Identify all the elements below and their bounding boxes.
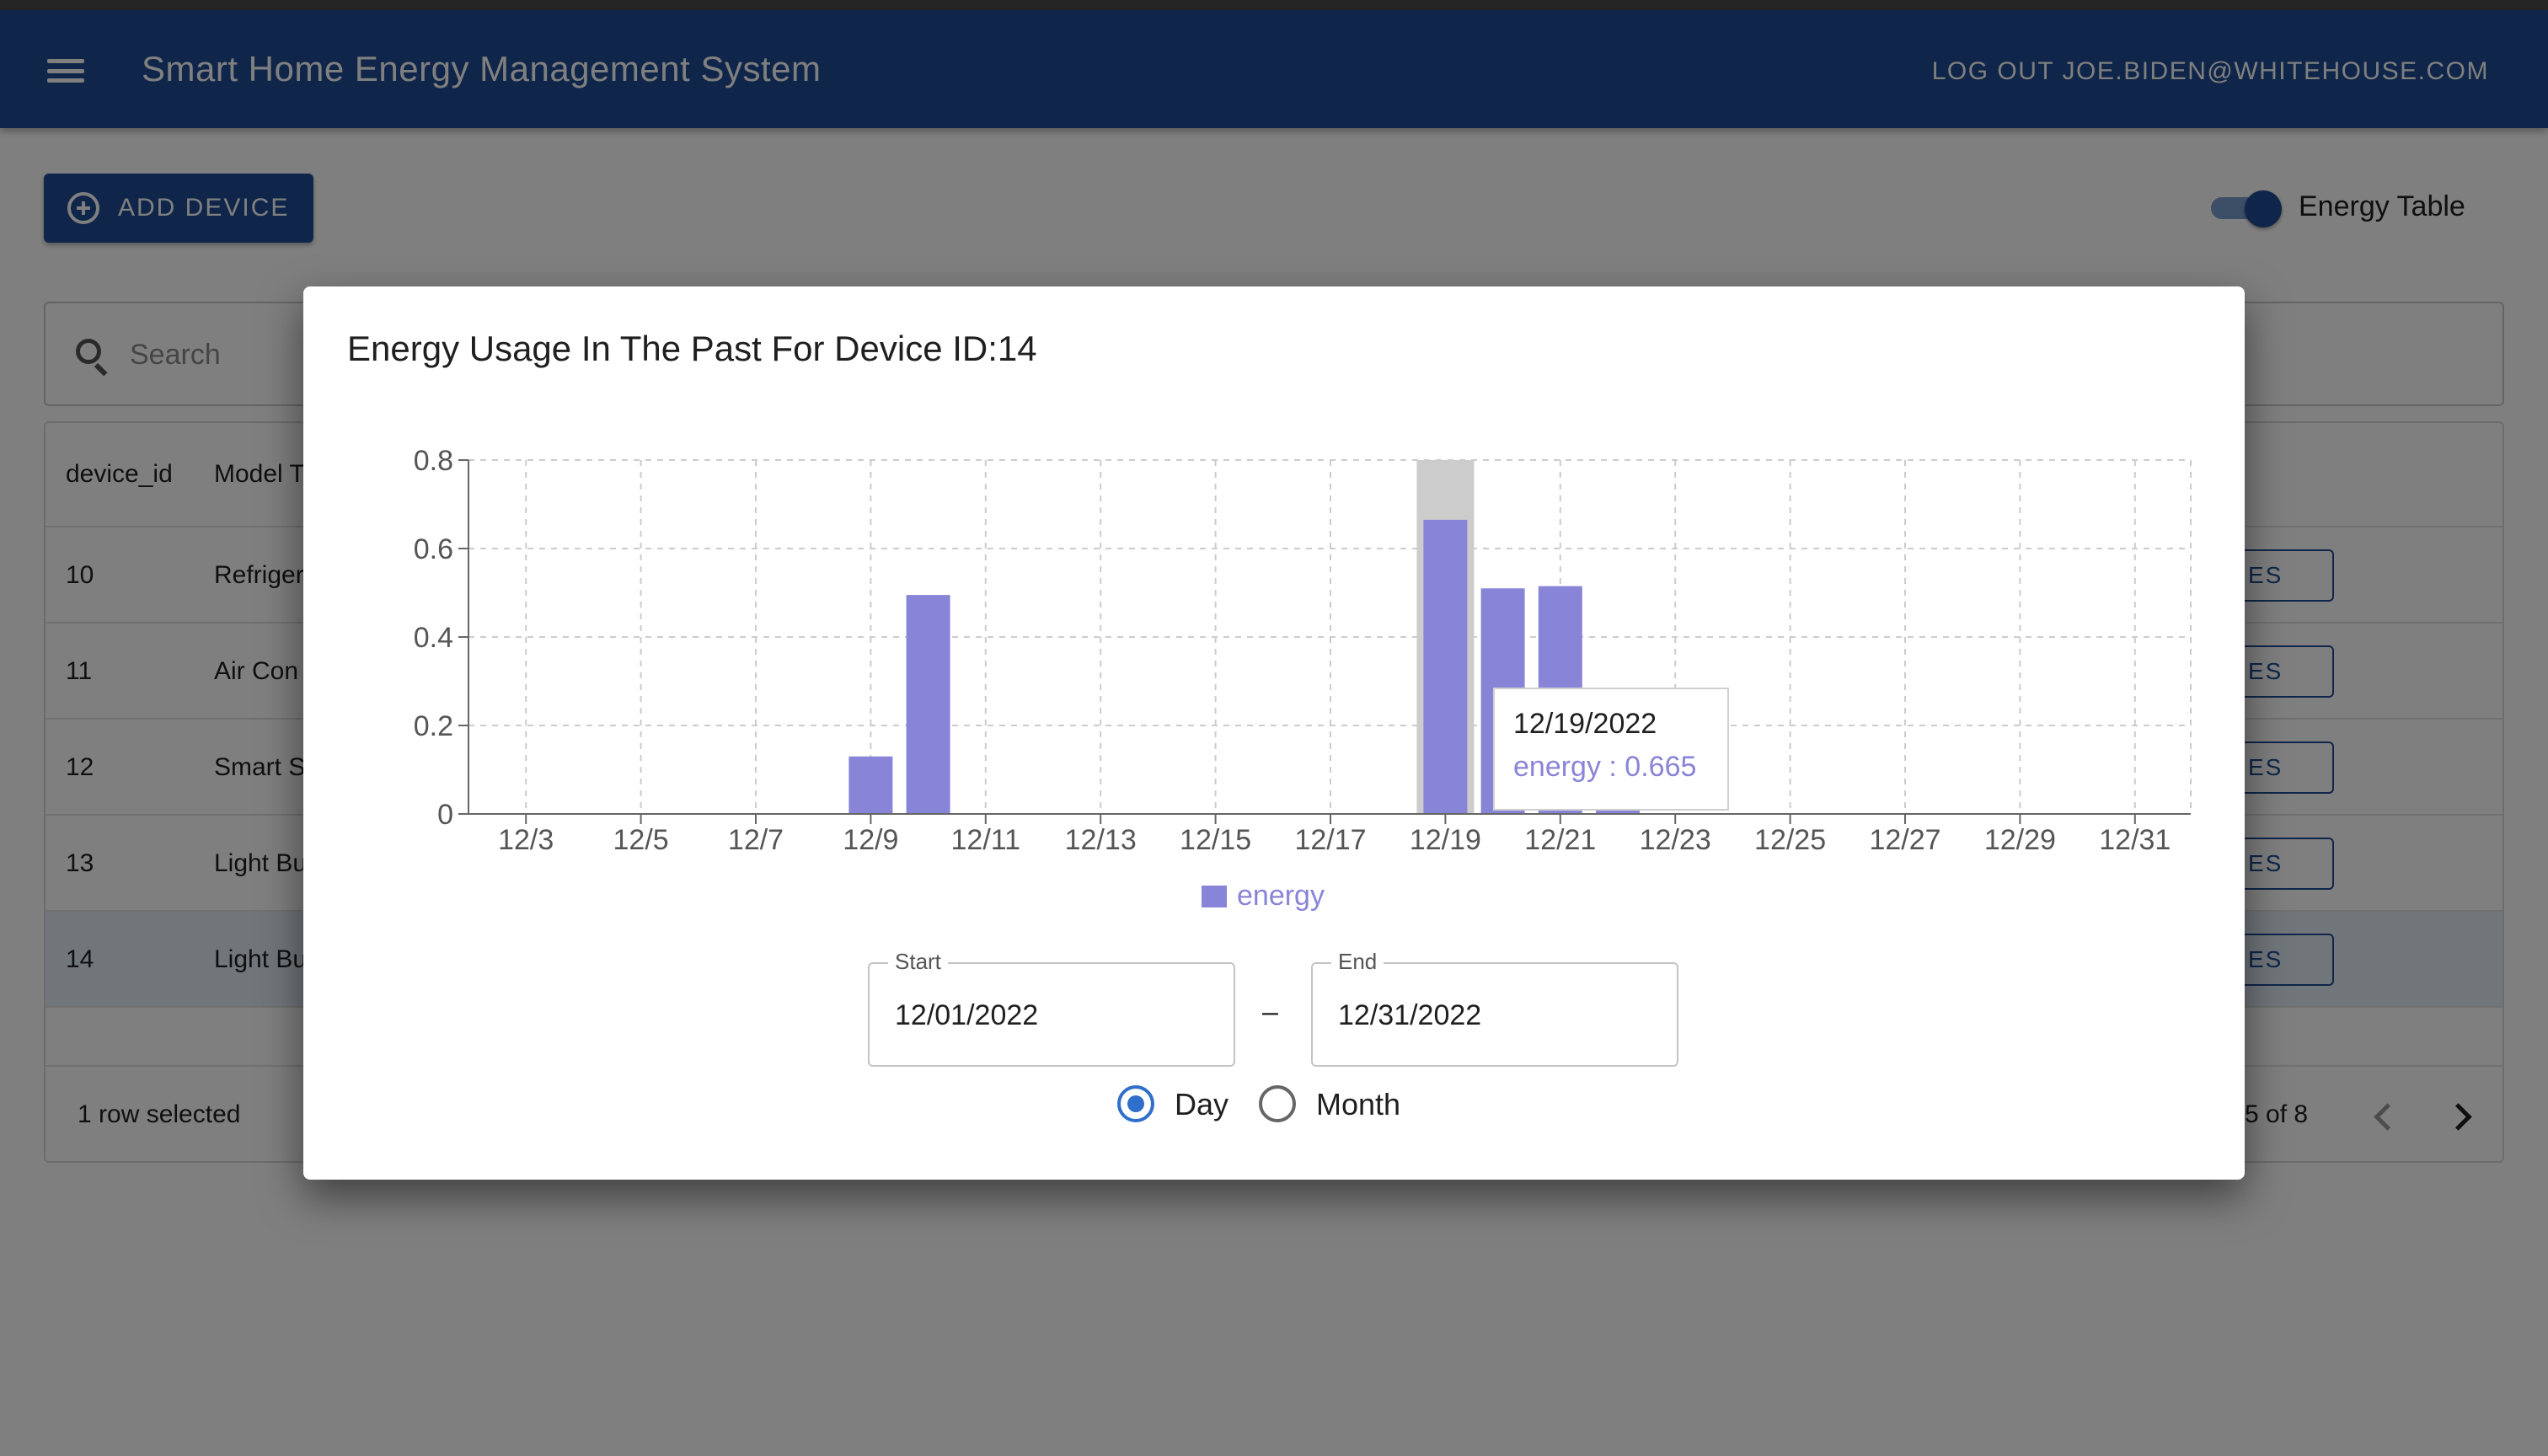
bar-energy	[1423, 519, 1468, 814]
radio-month[interactable]	[1259, 1085, 1296, 1122]
tooltip-value: energy : 0.665	[1513, 751, 1697, 783]
bar-energy	[906, 595, 950, 814]
x-tick-label: 12/11	[951, 824, 1021, 856]
energy-bar-chart: 0 0.2 0.4 0.6 0.8 12/3 12/5 12/7 12/9 12/11 12/13 1…	[414, 445, 2192, 856]
start-date-label: Start	[888, 949, 948, 975]
energy-usage-dialog: Energy Usage In The Past For Device ID:1…	[303, 286, 2245, 1180]
x-tick-label: 12/3	[498, 824, 554, 856]
x-tick-label: 12/7	[728, 824, 784, 856]
x-tick-label: 12/29	[1984, 824, 2056, 856]
y-tick-label: 0.6	[414, 533, 453, 565]
radio-month-label[interactable]: Month	[1316, 1087, 1400, 1122]
legend-label: energy	[1237, 880, 1325, 912]
bar-energy	[848, 756, 893, 814]
date-range-separator: –	[1262, 996, 1278, 1028]
start-date-field[interactable]: Start 12/01/2022	[868, 949, 1235, 1067]
chart-legend: energy	[1202, 880, 1325, 913]
x-tick-label: 12/15	[1180, 824, 1251, 856]
x-tick-label: 12/21	[1524, 824, 1596, 856]
x-tick-label: 12/25	[1754, 824, 1826, 856]
chart-tooltip: 12/19/2022 energy : 0.665	[1493, 688, 1729, 811]
x-tick-label: 12/5	[613, 824, 669, 856]
x-tick-label: 12/27	[1869, 824, 1940, 856]
tooltip-date: 12/19/2022	[1513, 708, 1657, 740]
y-tick-label: 0.8	[414, 445, 453, 477]
end-date-field[interactable]: End 12/31/2022	[1311, 949, 1678, 1067]
x-tick-label: 12/23	[1640, 824, 1711, 856]
x-tick-label: 12/13	[1065, 824, 1137, 856]
end-date-value: 12/31/2022	[1338, 999, 1482, 1031]
radio-day[interactable]	[1117, 1085, 1154, 1122]
y-tick-label: 0	[437, 799, 453, 831]
radio-day-label[interactable]: Day	[1175, 1087, 1228, 1122]
y-tick-label: 0.2	[414, 710, 453, 742]
x-tick-label: 12/17	[1294, 824, 1366, 856]
legend-swatch	[1202, 885, 1227, 907]
x-tick-label: 12/31	[2099, 824, 2171, 856]
start-date-value: 12/01/2022	[895, 999, 1039, 1031]
x-tick-label: 12/19	[1410, 824, 1481, 856]
x-tick-label: 12/9	[843, 824, 898, 856]
end-date-label: End	[1331, 949, 1384, 975]
y-tick-label: 0.4	[414, 622, 453, 654]
